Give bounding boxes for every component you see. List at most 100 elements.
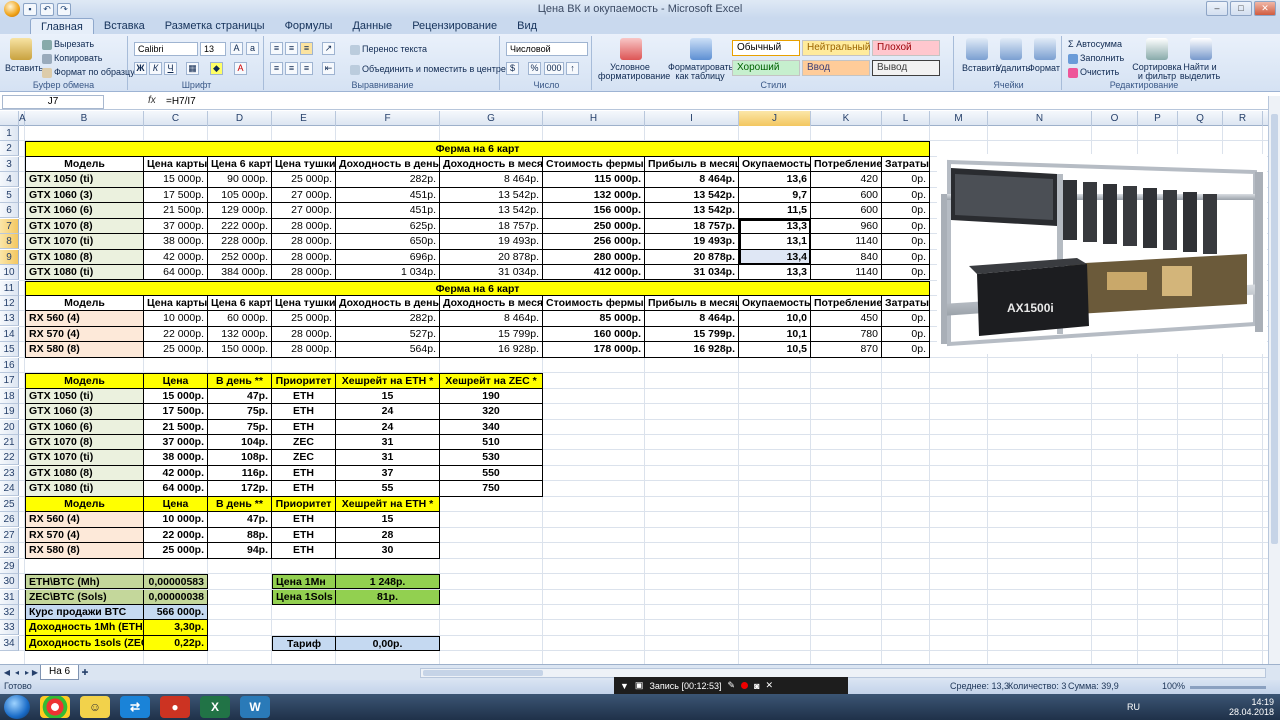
system-clock[interactable]: 14:19 28.04.2018 [1229, 697, 1274, 717]
table4-cell[interactable]: RX 570 (4) [25, 527, 144, 544]
wrap-text-button[interactable]: Перенос текста [350, 44, 427, 55]
price-mh-label[interactable]: Цена 1Мн [272, 574, 336, 590]
row-header-28[interactable]: 28 [0, 543, 19, 559]
fill-color-icon[interactable]: ◆ [210, 62, 223, 75]
paste-button[interactable]: Вставить [5, 63, 43, 73]
table1-cell[interactable]: 13 542р. [645, 203, 739, 219]
smiley-app-icon[interactable]: ☺ [80, 696, 110, 718]
word-taskbar-icon[interactable]: W [240, 696, 270, 718]
table4-cell[interactable]: 28 [336, 527, 440, 544]
align-center-icon[interactable]: ≡ [285, 62, 298, 75]
table1-cell[interactable]: 13 542р. [440, 203, 543, 219]
column-header-n[interactable]: N [988, 111, 1092, 126]
table1-cell[interactable]: 840 [811, 249, 882, 266]
formula-input[interactable]: =H7/I7 [166, 95, 196, 108]
table1-cell[interactable]: 20 878р. [645, 249, 739, 266]
table1-cell[interactable]: 11,5 [739, 203, 811, 219]
recorder-close-icon[interactable]: ✕ [766, 680, 774, 691]
table3-cell[interactable]: GTX 1060 (3) [25, 404, 144, 420]
column-header-o[interactable]: O [1092, 111, 1138, 126]
table1-cell[interactable]: 8 464р. [440, 172, 543, 188]
column-header-g[interactable]: G [440, 111, 543, 126]
table3-cell[interactable]: GTX 1050 (ti) [25, 388, 144, 405]
recorder-menu-icon[interactable]: ▼ [620, 681, 629, 691]
table2-cell[interactable]: 8 464р. [440, 311, 543, 327]
horizontal-scroll-thumb[interactable] [423, 670, 543, 676]
table2-cell[interactable]: RX 580 (8) [25, 342, 144, 358]
table3-cell[interactable]: GTX 1070 (8) [25, 435, 144, 451]
table2-cell[interactable]: 85 000р. [543, 311, 645, 327]
table2-cell[interactable]: 870 [811, 342, 882, 358]
table2-header[interactable]: Цена карты [144, 295, 208, 312]
table1-cell[interactable]: 625р. [336, 218, 440, 235]
minimize-button[interactable]: – [1206, 1, 1228, 16]
thousands-button[interactable]: 000 [544, 62, 564, 75]
table4-cell[interactable]: RX 580 (8) [25, 543, 144, 559]
row-header-34[interactable]: 34 [0, 635, 19, 651]
row-header-5[interactable]: 5 [0, 187, 19, 203]
table2-cell[interactable]: 25 000р. [272, 311, 336, 327]
table4-cell[interactable]: 47р. [208, 512, 272, 528]
table3-cell[interactable]: 15 000р. [144, 388, 208, 405]
table3-cell[interactable]: GTX 1080 (8) [25, 465, 144, 482]
table1-cell[interactable]: 0р. [882, 234, 930, 250]
table4-cell[interactable]: ETH [272, 543, 336, 559]
row-header-26[interactable]: 26 [0, 512, 19, 528]
table1-cell[interactable]: 650р. [336, 234, 440, 250]
table3-header[interactable]: Хешрейт на ZEC * [440, 373, 543, 389]
row-header-7[interactable]: 7 [0, 218, 19, 234]
style-neutral[interactable]: Нейтральный [802, 40, 870, 56]
table1-cell[interactable]: 15 000р. [144, 172, 208, 188]
table2-cell[interactable]: 15 799р. [440, 326, 543, 343]
table4-header[interactable]: Цена [144, 496, 208, 513]
table3-cell[interactable]: 108р. [208, 450, 272, 466]
row-header-12[interactable]: 12 [0, 295, 19, 311]
table1-cell[interactable]: 280 000р. [543, 249, 645, 266]
style-output[interactable]: Вывод [872, 60, 940, 76]
table1-header[interactable]: Доходность в месяц [440, 156, 543, 173]
table1-cell[interactable]: 384 000р. [208, 265, 272, 281]
language-indicator[interactable]: RU [1127, 702, 1140, 712]
table3-cell[interactable]: 31 [336, 450, 440, 466]
sheet-tab[interactable]: На 6 [40, 665, 80, 680]
table1-title[interactable]: Ферма на 6 карт [25, 141, 930, 157]
row-header-10[interactable]: 10 [0, 265, 19, 281]
table1-cell[interactable]: 0р. [882, 172, 930, 188]
table1-cell[interactable]: 1 034р. [336, 265, 440, 281]
row-header-29[interactable]: 29 [0, 558, 19, 574]
table2-cell[interactable]: 527р. [336, 326, 440, 343]
table2-header[interactable]: Затраты [882, 295, 930, 312]
table3-cell[interactable]: 550 [440, 465, 543, 482]
table1-cell[interactable]: 20 878р. [440, 249, 543, 266]
table1-cell[interactable]: 17 500р. [144, 187, 208, 204]
table2-cell[interactable]: 150 000р. [208, 342, 272, 358]
table1-cell[interactable]: 19 493р. [645, 234, 739, 250]
table2-cell[interactable]: 780 [811, 326, 882, 343]
table3-cell[interactable]: ZEC [272, 435, 336, 451]
table1-cell[interactable]: 31 034р. [440, 265, 543, 281]
table1-cell[interactable]: 228 000р. [208, 234, 272, 250]
table3-cell[interactable]: ETH [272, 419, 336, 435]
price-sols-label[interactable]: Цена 1Sols [272, 589, 336, 605]
table2-cell[interactable]: 10,0 [739, 311, 811, 327]
shrink-font-button[interactable]: a [246, 42, 259, 55]
table1-cell[interactable]: 960 [811, 218, 882, 235]
conditional-format-button[interactable]: Условное форматирование [598, 63, 670, 81]
table1-header[interactable]: Окупаемость [739, 156, 811, 173]
zec-income-label[interactable]: Доходность 1sols (ZEC) [25, 635, 144, 652]
table2-cell[interactable]: 22 000р. [144, 326, 208, 343]
chrome-icon[interactable] [40, 696, 70, 718]
table1-cell[interactable]: 8 464р. [645, 172, 739, 188]
table2-cell[interactable]: 15 799р. [645, 326, 739, 343]
row-header-9[interactable]: 9 [0, 249, 19, 265]
table3-cell[interactable]: 37 000р. [144, 435, 208, 451]
table1-cell[interactable]: 13 542р. [440, 187, 543, 204]
table3-cell[interactable]: ETH [272, 465, 336, 482]
recorder-window-icon[interactable]: ▣ [635, 680, 644, 691]
indent-icon[interactable]: ⇤ [322, 62, 335, 75]
recorder-app-icon[interactable]: ● [160, 696, 190, 718]
table1-cell[interactable]: 9,7 [739, 187, 811, 204]
table4-header[interactable]: В день ** [208, 496, 272, 513]
table1-cell[interactable]: 13,6 [739, 172, 811, 188]
table1-cell[interactable]: 420 [811, 172, 882, 188]
